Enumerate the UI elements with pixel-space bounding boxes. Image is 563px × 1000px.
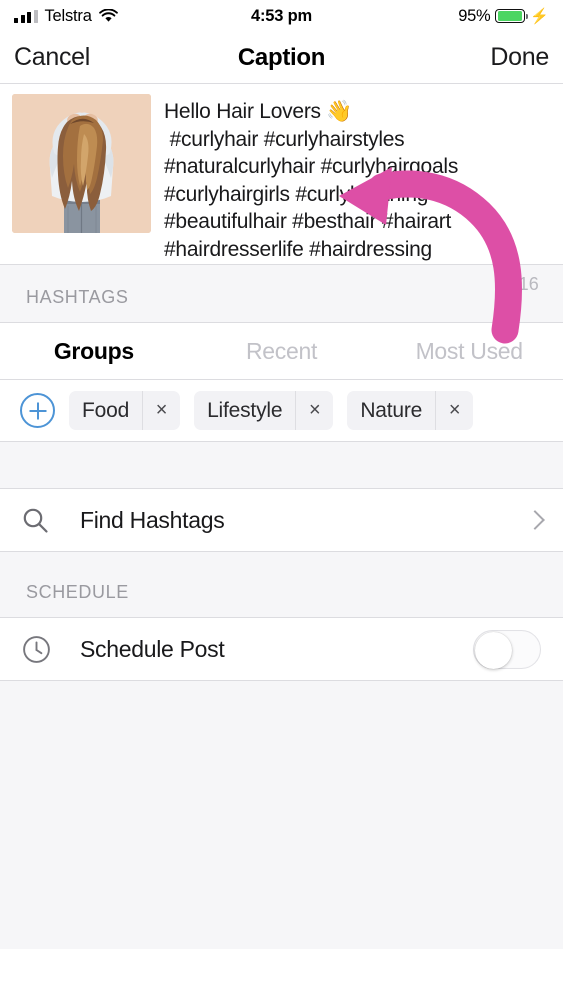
tab-groups[interactable]: Groups [0,338,188,365]
group-chip-lifestyle[interactable]: Lifestyle × [194,391,333,430]
schedule-post-label: Schedule Post [64,636,224,663]
section-spacer [0,442,563,489]
group-chip-label: Nature [347,399,435,423]
group-chip-label: Lifestyle [194,399,295,423]
status-bar-right: 95% ⚡ [458,7,549,26]
group-chip-food[interactable]: Food × [69,391,180,430]
toggle-knob [475,632,512,669]
plus-circle-icon[interactable] [20,393,55,428]
schedule-section-label: SCHEDULE [0,582,563,617]
done-button[interactable]: Done [490,43,549,72]
hashtags-section-label: HASHTAGS [0,287,563,322]
hashtags-section-header: 16 HASHTAGS [0,264,563,323]
caption-editor-row[interactable]: Hello Hair Lovers 👋 #curlyhair #curlyhai… [0,84,563,264]
wifi-icon [99,9,118,23]
chevron-right-icon [528,509,541,531]
status-bar-left: Telstra [14,7,118,26]
carrier-label: Telstra [45,7,92,26]
battery-icon [495,9,525,24]
signal-bars-icon [14,10,38,23]
caption-hashtags: #curlyhair #curlyhairstyles #naturalcurl… [164,128,458,261]
tab-recent[interactable]: Recent [188,338,376,365]
thumbnail-image [12,94,151,233]
close-icon[interactable]: × [295,391,333,430]
schedule-section-header: SCHEDULE [0,552,563,618]
cancel-button[interactable]: Cancel [14,43,90,72]
caption-text[interactable]: Hello Hair Lovers 👋 #curlyhair #curlyhai… [151,94,551,264]
close-icon[interactable]: × [435,391,473,430]
caption-line-1: Hello Hair Lovers 👋 [164,100,352,123]
schedule-post-row[interactable]: Schedule Post [0,618,563,681]
navigation-bar: Cancel Caption Done [0,32,563,84]
hashtag-tabs: Groups Recent Most Used [0,323,563,380]
hashtag-groups-row: Food × Lifestyle × Nature × [0,380,563,442]
group-chip-nature[interactable]: Nature × [347,391,473,430]
hashtag-counter: 16 [519,274,539,295]
find-hashtags-label: Find Hashtags [64,507,224,534]
find-hashtags-row[interactable]: Find Hashtags [0,489,563,552]
search-icon [22,507,64,534]
post-thumbnail[interactable] [12,94,151,233]
status-bar: Telstra 4:53 pm 95% ⚡ [0,0,563,32]
close-icon[interactable]: × [142,391,180,430]
caption-screen: Telstra 4:53 pm 95% ⚡ Cancel Caption Don… [0,0,563,1000]
empty-area [0,681,563,949]
lightning-bolt-icon: ⚡ [530,9,549,24]
clock-icon [22,635,64,664]
group-chip-label: Food [69,399,142,423]
battery-percent-label: 95% [458,7,490,26]
schedule-post-toggle[interactable] [473,630,541,669]
tab-most-used[interactable]: Most Used [375,338,563,365]
